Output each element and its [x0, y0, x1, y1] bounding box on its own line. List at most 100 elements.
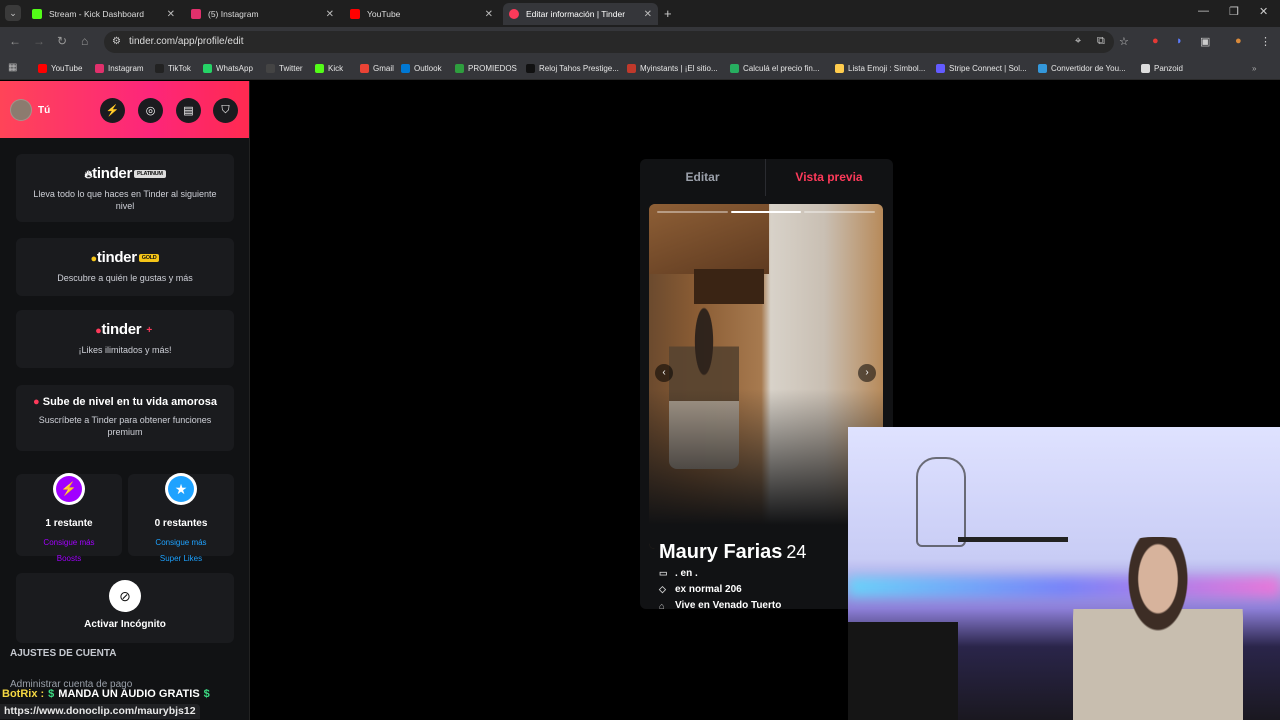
menu-kebab-icon[interactable]: ⋮ [1260, 35, 1271, 48]
minimize-icon[interactable]: — [1198, 5, 1209, 17]
bookmark-favicon-icon [730, 63, 739, 73]
chevron-right-icon[interactable]: › [858, 364, 876, 382]
shield-icon[interactable]: ⛉ [213, 98, 238, 123]
briefcase-icon[interactable]: ▤ [176, 98, 201, 123]
avatar[interactable] [10, 99, 32, 121]
bookmark-item[interactable]: Outlook [401, 61, 442, 75]
install-app-icon[interactable]: ⧉ [1097, 35, 1105, 48]
flame-icon: 🔥︎ [84, 169, 93, 181]
close-icon[interactable]: ✕ [485, 9, 493, 20]
tab-preview[interactable]: Vista previa [766, 159, 892, 196]
profile-avatar-icon[interactable]: ● [1235, 35, 1242, 47]
more-bookmarks-icon[interactable]: » [1252, 61, 1256, 75]
bookmark-label: Calculá el precio fin... [743, 63, 820, 73]
photo-indicator [730, 211, 802, 213]
chat-text: MANDA UN AUDIO GRATIS [58, 688, 200, 700]
bookmark-favicon-icon [266, 63, 275, 73]
close-icon[interactable]: ✕ [167, 9, 175, 20]
home-icon: ⌂ [659, 600, 665, 611]
bookmark-item[interactable]: TikTok [155, 61, 191, 75]
restore-icon[interactable]: ❐ [1229, 5, 1239, 18]
close-icon[interactable]: ✕ [326, 9, 334, 20]
address-bar[interactable]: ⚙ tinder.com/app/profile/edit [104, 31, 1114, 53]
bookmark-item[interactable]: Convertidor de You... [1038, 61, 1126, 75]
bookmark-favicon-icon [38, 63, 47, 73]
platinum-card[interactable]: 🔥︎tinder PLATINUM Lleva todo lo que haces… [16, 154, 234, 222]
extension-audio-icon[interactable]: ◗ [1176, 35, 1183, 47]
tab-tinder[interactable]: Editar información | Tinder ✕ [503, 3, 658, 25]
user-label[interactable]: Tú [38, 105, 50, 116]
back-icon[interactable]: ← [9, 34, 21, 48]
upgrade-title: Sube de nivel en tu vida amorosa [42, 396, 217, 408]
bookmark-item[interactable]: Instagram [95, 61, 144, 75]
bookmark-item[interactable]: WhatsApp [203, 61, 253, 75]
browser-tab-strip: ⌄ Stream - Kick Dashboard ✕ (5) Instagra… [0, 0, 1280, 27]
wall-drawing [916, 457, 966, 547]
profile-age: 24 [786, 542, 807, 562]
bookmark-item[interactable]: Twitter [266, 61, 303, 75]
bookmark-label: Instagram [108, 63, 144, 73]
plus-card[interactable]: ●tinder + ¡Likes ilimitados y más! [16, 310, 234, 368]
bot-name: BotRix : [2, 688, 45, 700]
bookmark-item[interactable]: Gmail [360, 61, 394, 75]
bookmark-item[interactable]: Reloj Tahos Prestige... [526, 61, 619, 75]
forward-icon[interactable]: → [33, 34, 45, 48]
bookmark-item[interactable]: YouTube [38, 61, 82, 75]
chevron-left-icon[interactable]: ‹ [655, 364, 673, 382]
bookmark-label: Stripe Connect | Sol... [949, 63, 1027, 73]
gold-desc: Descubre a quién le gustas y más [57, 273, 193, 283]
superlikes-count: 0 restantes [154, 518, 208, 529]
close-window-icon[interactable]: ✕ [1259, 5, 1268, 18]
bookmark-label: TikTok [168, 63, 191, 73]
close-icon[interactable]: ✕ [644, 9, 652, 20]
bookmark-item[interactable]: PROMIEDOS [455, 61, 517, 75]
sidebar-header: Tú ⚡ ◎ ▤ ⛉ [0, 81, 249, 138]
profile-city: ⌂ Vive en Venado Tuerto [659, 600, 782, 611]
graduation-cap-icon: ◇ [659, 584, 666, 594]
tab-instagram[interactable]: (5) Instagram ✕ [185, 3, 340, 25]
tab-youtube[interactable]: YouTube ✕ [344, 3, 499, 25]
tab-label: YouTube [367, 9, 401, 19]
bookmark-label: YouTube [51, 63, 83, 73]
compass-icon[interactable]: ◎ [138, 98, 163, 123]
bookmark-item[interactable]: Myinstants | ¡El sitio... [627, 61, 718, 75]
bookmark-star-icon[interactable]: ☆ [1119, 35, 1129, 48]
incognito-label: Activar Incógnito [84, 619, 166, 630]
site-settings-icon[interactable]: ⚙ [112, 36, 121, 47]
profile-job: ▭ . en . [659, 568, 698, 579]
tab-kick-dashboard[interactable]: Stream - Kick Dashboard ✕ [26, 3, 181, 25]
bookmark-favicon-icon [1141, 63, 1150, 73]
bookmark-favicon-icon [455, 63, 464, 73]
extensions-puzzle-icon[interactable]: ▣ [1200, 35, 1210, 48]
gold-card[interactable]: ●tinder GOLD Descubre a quién le gustas y… [16, 238, 234, 296]
get-more-superlikes-link[interactable]: Consigue más Super Likes [128, 535, 234, 567]
superlike-circle: ★ [165, 473, 197, 505]
tab-search-icon[interactable]: ⌄ [5, 5, 21, 21]
instagram-icon [191, 9, 201, 19]
bookmark-favicon-icon [526, 63, 535, 73]
boost-icon[interactable]: ⚡ [100, 98, 125, 123]
bookmark-item[interactable]: Calculá el precio fin... [730, 61, 819, 75]
bookmark-favicon-icon [360, 63, 369, 73]
incognito-card[interactable]: ⊘ Activar Incógnito [16, 573, 234, 643]
apps-grid-icon[interactable]: ▦ [8, 62, 17, 73]
bookmark-item[interactable]: Panzoid [1141, 61, 1183, 75]
home-icon[interactable]: ⌂ [81, 34, 88, 48]
photo-indicator [657, 211, 728, 213]
upgrade-card[interactable]: ● Sube de nivel en tu vida amorosa Suscr… [16, 385, 234, 451]
boosts-card[interactable]: ⚡ 1 restante Consigue más Boosts [16, 473, 122, 563]
bookmark-item[interactable]: Kick [315, 61, 343, 75]
bookmark-label: Outlook [414, 63, 442, 73]
location-icon[interactable]: ⌖ [1075, 35, 1081, 48]
monitor [848, 622, 958, 720]
get-more-boosts-link[interactable]: Consigue más Boosts [16, 535, 122, 567]
tab-edit[interactable]: Editar [640, 159, 766, 196]
new-tab-icon[interactable]: + [664, 6, 672, 21]
superlikes-card[interactable]: ★ 0 restantes Consigue más Super Likes [128, 473, 234, 563]
extension-red-icon[interactable]: ● [1152, 35, 1159, 47]
upgrade-title-row: ● Sube de nivel en tu vida amorosa [16, 396, 234, 408]
bookmark-item[interactable]: Stripe Connect | Sol... [936, 61, 1027, 75]
reload-icon[interactable]: ↻ [57, 34, 67, 48]
profile-school: ◇ ex normal 206 [659, 584, 742, 595]
bookmark-item[interactable]: Lista Emoji : Símbol... [835, 61, 925, 75]
